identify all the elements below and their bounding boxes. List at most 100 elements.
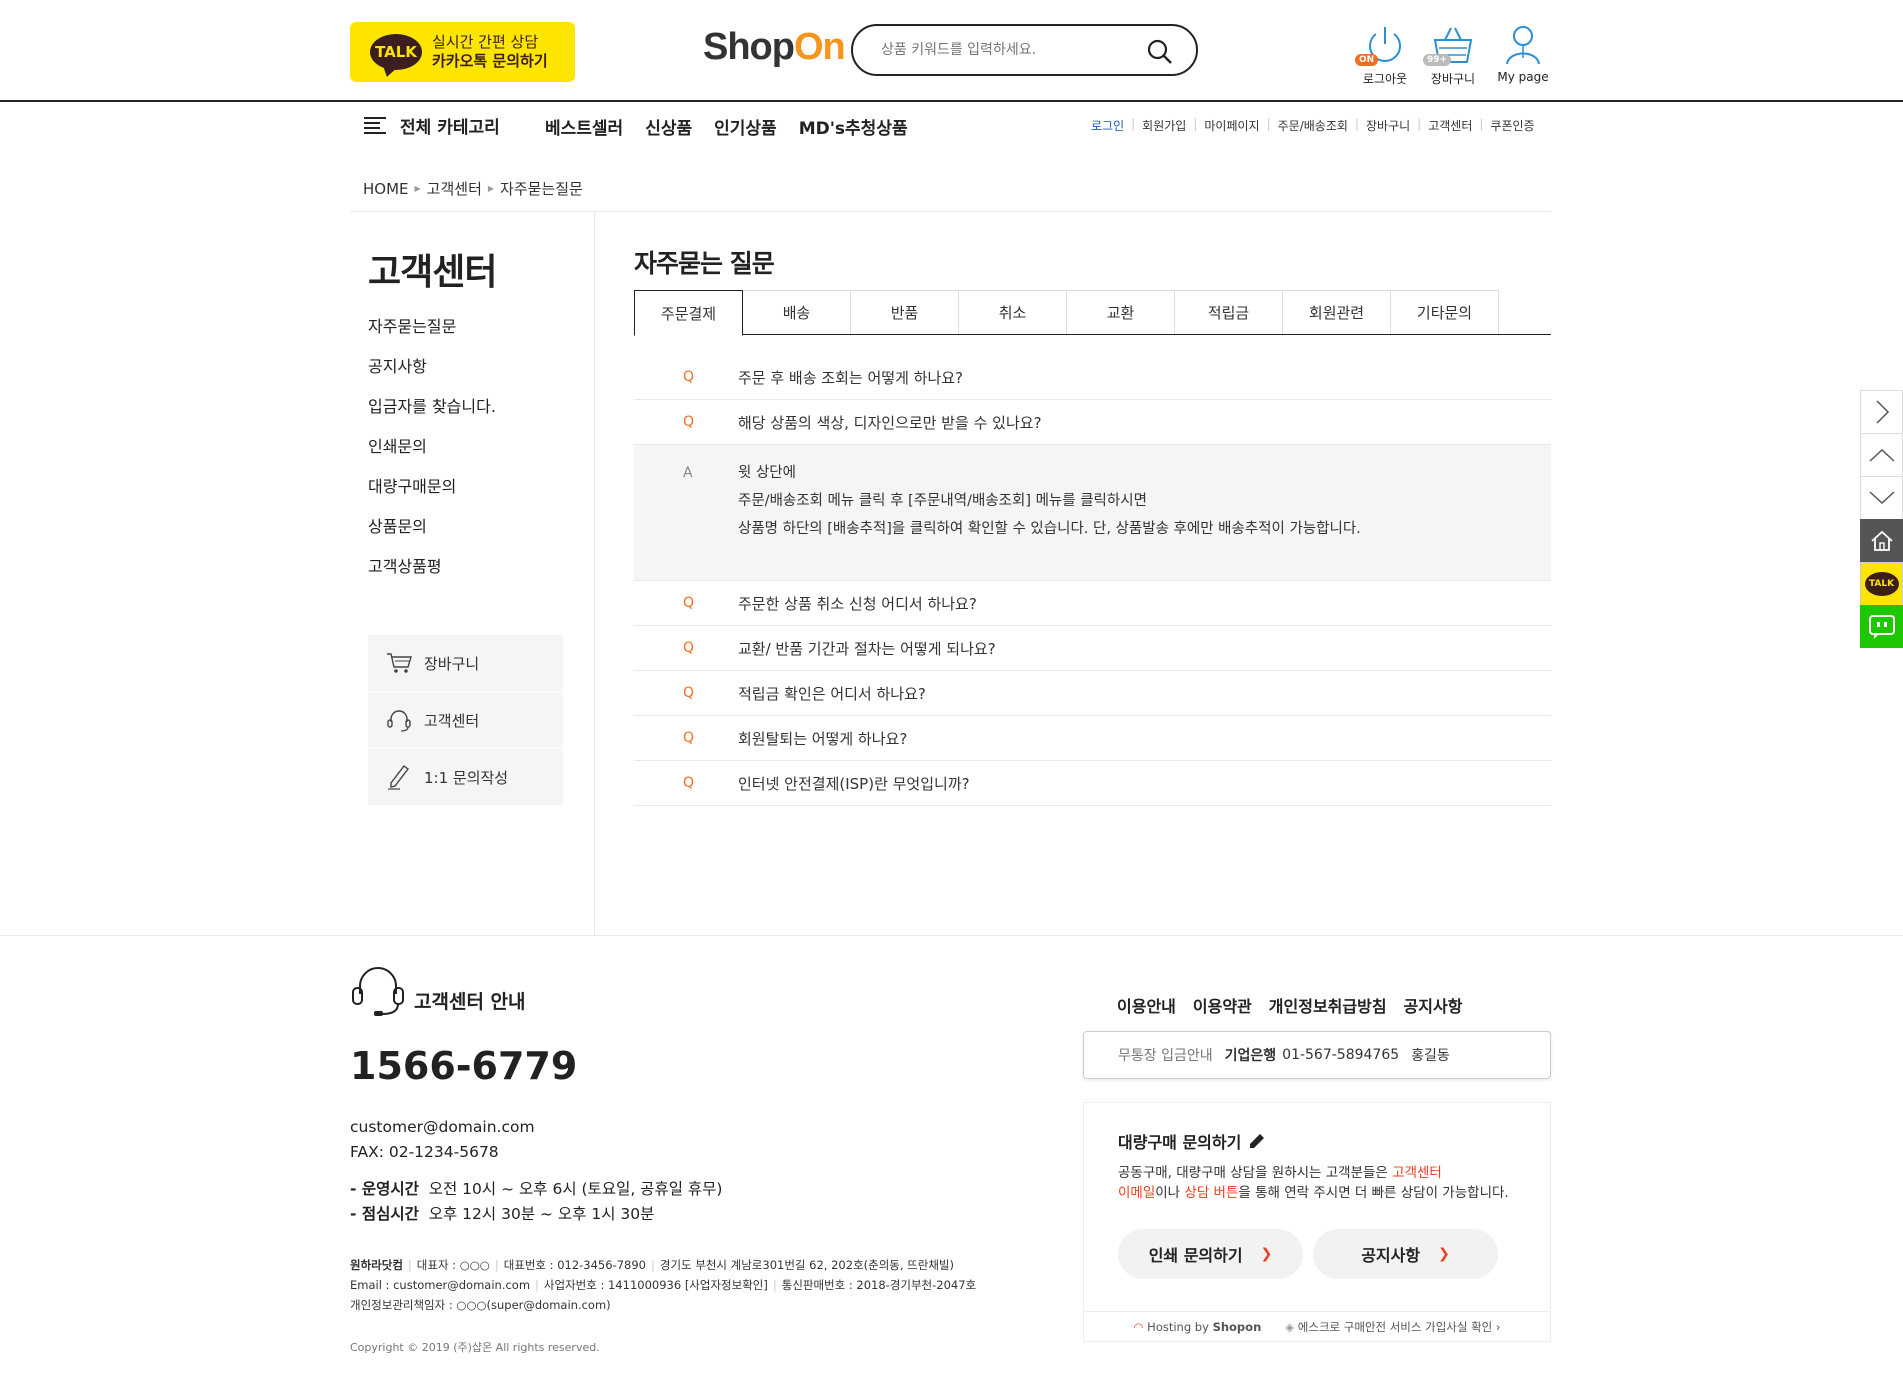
scroll-top-button[interactable] bbox=[1860, 433, 1903, 476]
footer-links: 이용안내 이용약관 개인정보취급방침 공지사항 bbox=[1117, 993, 1462, 1017]
faq-item[interactable]: Q 주문한 상품 취소 신청 어디서 하나요? bbox=[634, 581, 1551, 626]
chat-icon bbox=[1868, 614, 1895, 639]
footer-link-guide[interactable]: 이용안내 bbox=[1117, 993, 1176, 1017]
faq-list: Q 주문 후 배송 조회는 어떻게 하나요? Q 해당 상품의 색상, 디자인으로만… bbox=[634, 355, 1551, 806]
scroll-bottom-button[interactable] bbox=[1860, 476, 1903, 519]
footer-fax: FAX: 02-1234-5678 bbox=[350, 1143, 499, 1161]
on-badge: ON bbox=[1355, 54, 1379, 66]
kakao-talk-quick-button[interactable]: TALK bbox=[1860, 562, 1903, 605]
cart-button[interactable]: 99+ 장바구니 bbox=[1423, 24, 1483, 87]
company-info-row1: 원하라닷컴 | 대표자 : ○○○ | 대표번호 : 012-3456-7890 | 경기도… bbox=[350, 1258, 954, 1272]
bulk-inquiry-box: 대량구매 문의하기 공동구매, 대량구매 상담을 원하시는 고객분들은 고객센터… bbox=[1083, 1102, 1551, 1342]
sidebar-divider bbox=[594, 212, 595, 936]
answer-line: 윗 상단에 bbox=[738, 465, 796, 481]
faq-item[interactable]: Q 해당 상품의 색상, 디자인으로만 받을 수 있나요? bbox=[634, 400, 1551, 445]
sidebar-item-print-inquiry[interactable]: 인쇄문의 bbox=[368, 437, 496, 477]
user-icon bbox=[1506, 26, 1540, 65]
nav-new[interactable]: 신상품 bbox=[645, 114, 692, 139]
faq-item[interactable]: Q 회원탈퇴는 어떻게 하나요? bbox=[634, 716, 1551, 761]
search-icon[interactable] bbox=[1146, 38, 1174, 66]
logout-button[interactable]: ON 로그아웃 bbox=[1355, 24, 1415, 87]
faq-question: 회원탈퇴는 어떻게 하나요? bbox=[738, 729, 908, 748]
mypage-button[interactable]: My page bbox=[1493, 24, 1553, 84]
sidebar-item-depositor[interactable]: 입금자를 찾습니다. bbox=[368, 397, 496, 437]
sidebar-item-reviews[interactable]: 고객상품평 bbox=[368, 557, 496, 597]
util-cart[interactable]: 장바구니 bbox=[1366, 117, 1410, 134]
cart-label: 장바구니 bbox=[1430, 72, 1476, 86]
copyright: Copyright © 2019 (주)샵온 All rights reserv… bbox=[350, 1341, 600, 1354]
tab-exchange[interactable]: 교환 bbox=[1066, 290, 1175, 334]
faq-item[interactable]: Q 주문 후 배송 조회는 어떻게 하나요? bbox=[634, 355, 1551, 400]
faq-item[interactable]: Q 교환/ 반품 기간과 절차는 어떻게 되나요? bbox=[634, 626, 1551, 671]
sidebar-item-faq[interactable]: 자주묻는질문 bbox=[368, 317, 496, 357]
util-nav: 로그인 | 회원가입 | 마이페이지 | 주문/배송조회 | 장바구니 | 고객센터 | 쿠… bbox=[1091, 117, 1535, 134]
faq-item[interactable]: Q 인터넷 안전결제(ISP)란 무엇입니까? bbox=[634, 761, 1551, 806]
answer-line: 상품명 하단의 [배송추적]을 클릭하여 확인할 수 있습니다. 단, 상품발송… bbox=[738, 521, 1361, 537]
tab-return[interactable]: 반품 bbox=[850, 290, 959, 334]
tab-order-payment[interactable]: 주문결제 bbox=[634, 290, 743, 336]
sidebar-cs-link[interactable]: 고객센터 bbox=[368, 692, 563, 749]
q-marker: Q bbox=[683, 414, 695, 430]
headset-icon bbox=[387, 710, 411, 732]
all-category-button[interactable]: 전체 카테고리 bbox=[364, 113, 500, 138]
footer-cs-title: 고객센터 안내 bbox=[350, 964, 526, 1018]
answer-line: 주문/배송조회 메뉴 클릭 후 [주문내역/배송조회] 메뉴를 클릭하시면 bbox=[738, 493, 1147, 509]
util-order-tracking[interactable]: 주문/배송조회 bbox=[1278, 117, 1348, 134]
nav-popular[interactable]: 인기상품 bbox=[714, 114, 777, 139]
q-marker: Q bbox=[683, 685, 695, 701]
footer-lunch: - 점심시간 오후 12시 30분 ~ 오후 1시 30분 bbox=[350, 1205, 655, 1223]
tab-delivery[interactable]: 배송 bbox=[742, 290, 851, 334]
faq-title: 자주묻는 질문 bbox=[634, 249, 775, 278]
headset-icon bbox=[352, 967, 404, 1016]
search-box bbox=[851, 24, 1198, 76]
shopon-logo[interactable]: ShopOn bbox=[703, 26, 846, 69]
bulk-description: 공동구매, 대량구매 상담을 원하시는 고객분들은 고객센터 이메일이나 상담 버… bbox=[1118, 1165, 1509, 1201]
util-join[interactable]: 회원가입 bbox=[1142, 117, 1186, 134]
q-marker: Q bbox=[683, 640, 695, 656]
company-info-row3: 개인정보관리책임자 : ○○○(super@domain.com) bbox=[350, 1298, 611, 1312]
nav-bestseller[interactable]: 베스트셀러 bbox=[545, 114, 623, 139]
sidebar-item-notice[interactable]: 공지사항 bbox=[368, 357, 496, 397]
footer-link-notice[interactable]: 공지사항 bbox=[1404, 993, 1463, 1017]
sidebar-item-product-inquiry[interactable]: 상품문의 bbox=[368, 517, 496, 557]
main-nav: 베스트셀러 신상품 인기상품 MD's추청상품 bbox=[545, 114, 908, 139]
escrow-link[interactable]: ◈ 에스크로 구매안전 서비스 가입사실 확인 › bbox=[1285, 1319, 1500, 1335]
sidebar-inquiry-link[interactable]: 1:1 문의작성 bbox=[368, 749, 563, 806]
breadcrumb-cs[interactable]: 고객센터 bbox=[427, 178, 482, 199]
tab-points[interactable]: 적립금 bbox=[1174, 290, 1283, 334]
faq-answer: A 윗 상단에 주문/배송조회 메뉴 클릭 후 [주문내역/배송조회] 메뉴를 … bbox=[634, 445, 1551, 581]
footer-link-privacy[interactable]: 개인정보취급방침 bbox=[1269, 993, 1387, 1017]
footer-link-terms[interactable]: 이용약관 bbox=[1193, 993, 1252, 1017]
print-inquiry-button[interactable]: 인쇄 문의하기 ❯ bbox=[1118, 1229, 1303, 1279]
nav-md-pick[interactable]: MD's추청상품 bbox=[799, 114, 908, 139]
q-marker: Q bbox=[683, 730, 695, 746]
kakao-talk-banner[interactable]: TALK 실시간 간편 상담 카카오톡 문의하기 bbox=[350, 22, 575, 82]
divider bbox=[350, 211, 1551, 212]
cart-icon bbox=[387, 653, 412, 673]
util-login[interactable]: 로그인 bbox=[1091, 117, 1124, 134]
all-category-label: 전체 카테고리 bbox=[400, 118, 500, 138]
notice-button[interactable]: 공지사항 ❯ bbox=[1313, 1229, 1498, 1279]
sidebar-item-bulk-inquiry[interactable]: 대량구매문의 bbox=[368, 477, 496, 517]
breadcrumb-home[interactable]: HOME bbox=[363, 180, 409, 198]
tab-cancel[interactable]: 취소 bbox=[958, 290, 1067, 334]
chevron-right-icon bbox=[1875, 400, 1889, 424]
search-input[interactable] bbox=[881, 38, 1131, 62]
hosting-badge: ◠ Hosting by Shopon bbox=[1133, 1319, 1262, 1334]
tab-membership[interactable]: 회원관련 bbox=[1282, 290, 1391, 334]
breadcrumb-arrow-icon: ▶ bbox=[414, 184, 421, 193]
tab-etc[interactable]: 기타문의 bbox=[1390, 290, 1499, 334]
faq-item[interactable]: Q 적립금 확인은 어디서 하나요? bbox=[634, 671, 1551, 716]
home-button[interactable] bbox=[1860, 519, 1903, 562]
business-info-link[interactable]: 사업자번호 : 1411000936 [사업자정보확인] bbox=[544, 1278, 768, 1292]
util-customer-center[interactable]: 고객센터 bbox=[1428, 117, 1472, 134]
breadcrumb-current: 자주묻는질문 bbox=[500, 180, 583, 198]
shield-icon: ◈ bbox=[1285, 1319, 1295, 1334]
chatbot-button[interactable] bbox=[1860, 605, 1903, 648]
util-mypage[interactable]: 마이페이지 bbox=[1204, 117, 1259, 134]
page: TALK 실시간 간편 상담 카카오톡 문의하기 ShopOn ON 로그아웃 … bbox=[0, 0, 1903, 1391]
quick-expand-button[interactable] bbox=[1860, 390, 1903, 433]
sidebar-cart-link[interactable]: 장바구니 bbox=[368, 635, 563, 692]
util-coupon[interactable]: 쿠폰인증 bbox=[1490, 117, 1534, 134]
sidebar-menu: 자주묻는질문 공지사항 입금자를 찾습니다. 인쇄문의 대량구매문의 상품문의 … bbox=[368, 317, 496, 597]
